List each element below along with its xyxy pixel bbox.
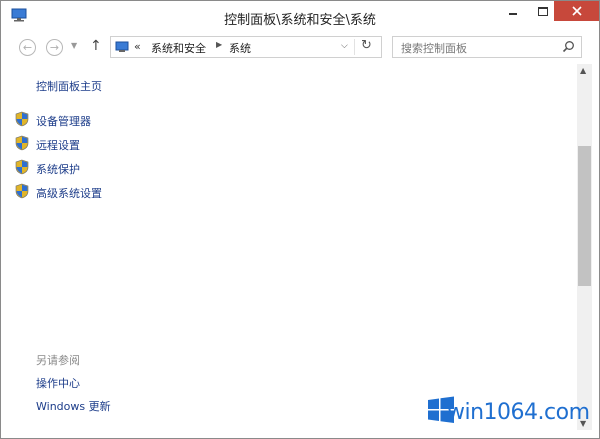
back-button[interactable]: ←	[19, 39, 36, 56]
breadcrumb-system-security[interactable]: 系统和安全	[151, 40, 206, 56]
minimize-button[interactable]	[498, 1, 528, 21]
task-label: 高级系统设置	[36, 187, 102, 200]
address-divider	[354, 39, 355, 55]
scroll-thumb[interactable]	[578, 146, 591, 286]
shield-icon	[15, 111, 29, 127]
task-label: 设备管理器	[36, 115, 91, 128]
shield-icon	[15, 135, 29, 151]
action-center-link[interactable]: 操作中心	[36, 375, 80, 391]
see-also-heading: 另请参阅	[36, 354, 80, 367]
chevron-right-icon[interactable]: ▶	[216, 40, 222, 49]
scroll-up-icon[interactable]: ▲	[580, 66, 586, 75]
control-panel-home-link[interactable]: 控制面板主页	[36, 78, 102, 94]
recent-locations-button[interactable]: ▼	[71, 41, 77, 50]
close-button[interactable]	[554, 1, 599, 21]
watermark: win1064.com	[427, 393, 592, 431]
minimize-icon	[509, 13, 517, 15]
search-icon[interactable]	[562, 40, 575, 53]
navigation-bar: ← → ▼ ↑ « 系统和安全 ▶ 系统 ⌵ ↻ 搜索控制面板	[1, 32, 599, 64]
task-label: 远程设置	[36, 139, 80, 152]
address-bar[interactable]: « 系统和安全 ▶ 系统 ⌵ ↻	[110, 36, 382, 58]
title-bar[interactable]: 控制面板\系统和安全\系统	[1, 1, 599, 32]
forward-button[interactable]: →	[46, 39, 63, 56]
up-button[interactable]: ↑	[90, 38, 102, 54]
shield-icon	[15, 183, 29, 199]
search-placeholder: 搜索控制面板	[401, 42, 467, 55]
search-box[interactable]: 搜索控制面板	[392, 36, 582, 58]
shield-icon	[15, 159, 29, 175]
windows-update-link[interactable]: Windows 更新	[36, 398, 111, 414]
refresh-icon[interactable]: ↻	[361, 38, 372, 53]
watermark-text: win1064.com	[447, 400, 590, 425]
task-label: 系统保护	[36, 163, 80, 176]
breadcrumb-overflow[interactable]: «	[134, 40, 141, 53]
chevron-down-icon[interactable]: ⌵	[341, 41, 348, 51]
close-icon	[571, 6, 582, 16]
system-window: 控制面板\系统和安全\系统 ← → ▼ ↑ « 系统和安全 ▶ 系统 ⌵ ↻ 搜…	[0, 0, 600, 439]
control-panel-icon	[115, 41, 129, 52]
maximize-icon	[538, 6, 548, 16]
vertical-scrollbar[interactable]: ▲ ▼	[577, 64, 592, 430]
breadcrumb-system[interactable]: 系统	[229, 40, 251, 56]
